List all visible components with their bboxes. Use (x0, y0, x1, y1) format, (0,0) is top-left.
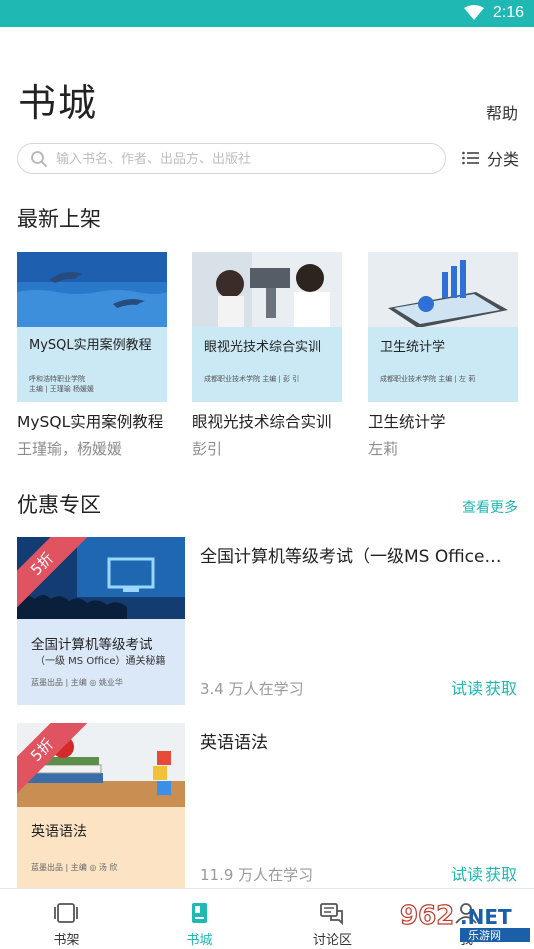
promo-item[interactable]: 全国计算机等级考试 （一级 MS Office）通关秘籍 蓝墨出品 | 主编 ◎… (17, 537, 517, 705)
list-icon (462, 151, 479, 165)
search-input[interactable] (56, 148, 436, 170)
page-title: 书城 (18, 81, 99, 125)
eye-exam-image (192, 252, 342, 327)
book-cover[interactable]: 英语语法 蓝墨出品 | 主编 ◎ 汤 欣 5折 (17, 723, 185, 891)
cover-title: 全国计算机等级考试 (31, 637, 153, 653)
cover-band (368, 327, 518, 402)
cover-school: 成都职业技术学院 主编 | 左 莉 (380, 375, 476, 383)
watermark-logo: 962 .NET 乐游网 (399, 900, 530, 942)
category-button[interactable]: 分类 (462, 147, 519, 169)
promo-title[interactable]: 全国计算机等级考试（一级MS Office… (200, 542, 517, 567)
book-title[interactable]: 卫生统计学 (368, 410, 518, 432)
cover-school: 呼和浩特职业学院 (29, 375, 85, 383)
book-card[interactable]: MySQL实用案例教程 呼和浩特职业学院 主编 | 王瑾瑜 杨媛媛 MySQL实… (17, 252, 167, 459)
cover-title: 眼视光技术综合实训 (204, 340, 322, 355)
section-title-discount: 优惠专区 (17, 493, 101, 517)
tab-label: 书架 (53, 933, 80, 948)
cover-band (192, 327, 342, 402)
search-bar[interactable] (17, 143, 446, 174)
cover-title: MySQL实用案例教程 (29, 338, 152, 353)
book-author: 左莉 (368, 440, 399, 458)
learner-count: 3.4 万人在学习 (200, 680, 304, 698)
status-bar: 2:16 (0, 0, 534, 27)
cover-title: 卫生统计学 (380, 340, 446, 355)
tablet-chart-image (368, 252, 518, 327)
cover-editors: 主编 | 王瑾瑜 杨媛媛 (29, 385, 95, 393)
learner-count: 11.9 万人在学习 (200, 866, 314, 884)
see-more-link[interactable]: 查看更多 (462, 497, 518, 517)
svg-text:.NET: .NET (460, 905, 512, 929)
promo-item[interactable]: 英语语法 蓝墨出品 | 主编 ◎ 汤 欣 5折 英语语法 11.9 万人在学习 … (17, 723, 517, 891)
book-author: 彭引 (192, 440, 223, 458)
bookstore-icon (192, 903, 207, 923)
book-title[interactable]: MySQL实用案例教程 (17, 410, 167, 432)
try-read-button[interactable]: 试读 (451, 861, 483, 885)
book-card[interactable]: 眼视光技术综合实训 成都职业技术学院 主编 | 彭 引 眼视光技术综合实训 彭引 (192, 252, 342, 459)
bookshelf-icon (54, 903, 78, 923)
book-title[interactable]: 眼视光技术综合实训 (192, 410, 342, 432)
help-link[interactable]: 帮助 (486, 100, 518, 124)
tab-label: 书城 (186, 933, 213, 948)
cover-school: 成都职业技术学院 主编 | 彭 引 (204, 375, 300, 383)
book-cover[interactable]: 眼视光技术综合实训 成都职业技术学院 主编 | 彭 引 (192, 252, 342, 402)
section-title-new: 最新上架 (17, 207, 101, 231)
get-button[interactable]: 获取 (485, 861, 517, 885)
promo-title[interactable]: 英语语法 (200, 728, 517, 753)
cover-band (17, 807, 185, 891)
cover-publisher: 蓝墨出品 | 主编 ◎ 姚业华 (31, 678, 123, 687)
category-label: 分类 (487, 150, 520, 169)
svg-text:962: 962 (400, 901, 454, 931)
book-cover[interactable]: 卫生统计学 成都职业技术学院 主编 | 左 莉 (368, 252, 518, 402)
dolphin-image (17, 252, 167, 327)
tab-bookstore[interactable]: 书城 (133, 889, 266, 949)
tab-label: 讨论区 (312, 933, 352, 948)
book-cover[interactable]: MySQL实用案例教程 呼和浩特职业学院 主编 | 王瑾瑜 杨媛媛 (17, 252, 167, 402)
cover-publisher: 蓝墨出品 | 主编 ◎ 汤 欣 (31, 863, 118, 872)
book-cover[interactable]: 全国计算机等级考试 （一级 MS Office）通关秘籍 蓝墨出品 | 主编 ◎… (17, 537, 185, 705)
svg-text:乐游网: 乐游网 (468, 929, 501, 942)
cover-title: 英语语法 (31, 824, 87, 840)
book-author: 王瑾瑜，杨媛媛 (17, 440, 123, 458)
cover-subtitle: （一级 MS Office）通关秘籍 (35, 656, 166, 667)
discussion-icon (320, 903, 343, 925)
tab-bookshelf[interactable]: 书架 (0, 889, 133, 949)
try-read-button[interactable]: 试读 (451, 675, 483, 699)
tab-discussion[interactable]: 讨论区 (266, 889, 399, 949)
wifi-icon (464, 5, 484, 20)
get-button[interactable]: 获取 (485, 675, 517, 699)
search-icon (31, 151, 47, 167)
book-card[interactable]: 卫生统计学 成都职业技术学院 主编 | 左 莉 卫生统计学 左莉 (368, 252, 518, 459)
status-time: 2:16 (492, 4, 524, 21)
